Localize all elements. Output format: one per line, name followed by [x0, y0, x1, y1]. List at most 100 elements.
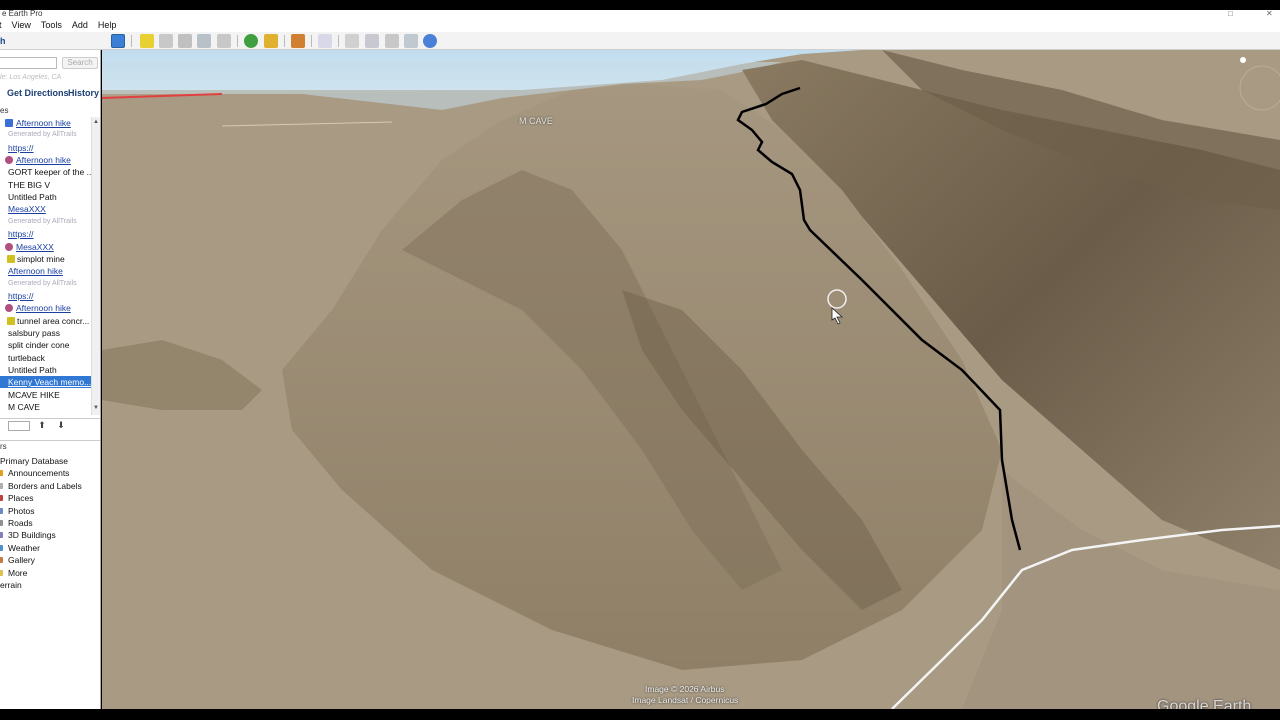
place-item[interactable]: Afternoon hike	[0, 154, 92, 166]
record-tour-icon[interactable]	[217, 34, 231, 48]
layer-item-label: Weather	[8, 543, 40, 553]
close-icon[interactable]: ✕	[1266, 10, 1273, 18]
menu-edit[interactable]: it	[0, 20, 2, 30]
path-icon[interactable]	[178, 34, 192, 48]
place-item[interactable]: salsbury pass	[0, 327, 92, 339]
place-item[interactable]: Generated by AllTrails	[0, 216, 92, 228]
place-item[interactable]: THE BIG V	[0, 179, 92, 191]
google-maps-icon[interactable]	[423, 34, 437, 48]
sunlight-icon[interactable]	[264, 34, 278, 48]
place-item-label: salsbury pass	[8, 328, 60, 338]
place-item[interactable]: Untitled Path	[0, 191, 92, 203]
menu-view[interactable]: View	[12, 20, 31, 30]
menu-add[interactable]: Add	[72, 20, 88, 30]
places-header: es	[0, 106, 9, 115]
place-item[interactable]: simplot mine	[0, 253, 92, 265]
ruler-icon[interactable]	[318, 34, 332, 48]
layer-item-label: Photos	[8, 506, 35, 516]
toolbar-divider	[338, 35, 339, 47]
scroll-up-icon[interactable]: ▲	[93, 119, 99, 125]
maximize-icon[interactable]: □	[1228, 10, 1233, 18]
menu-help[interactable]: Help	[98, 20, 117, 30]
layer-item-label: Borders and Labels	[8, 481, 82, 491]
place-item[interactable]: Afternoon hike	[0, 117, 92, 129]
placemark-icon[interactable]	[140, 34, 154, 48]
move-up-icon[interactable]: ⬆	[35, 420, 49, 431]
search-button[interactable]: Search	[62, 57, 98, 69]
place-item-label: Afternoon hike	[16, 303, 71, 313]
polygon-icon[interactable]	[159, 34, 173, 48]
planets-icon[interactable]	[291, 34, 305, 48]
title-bar: e Earth Pro □ ✕	[0, 10, 1280, 18]
email-icon[interactable]	[345, 34, 359, 48]
google-earth-logo: Google Earth	[1157, 698, 1252, 709]
terrain-render	[102, 50, 1280, 709]
place-item[interactable]: tunnel area concr...	[0, 315, 92, 327]
path-icon	[5, 243, 13, 251]
places-scrollbar[interactable]: ▲ ▼	[91, 117, 100, 415]
places-tools: ⬆ ⬇	[0, 418, 100, 432]
places-filter-box[interactable]	[8, 421, 30, 431]
place-item[interactable]: split cinder cone	[0, 339, 92, 351]
place-item-label: Generated by AllTrails	[8, 131, 77, 138]
place-item-label: GORT keeper of the ...	[8, 167, 92, 177]
search-input[interactable]	[0, 57, 57, 69]
place-item-label: Generated by AllTrails	[8, 280, 77, 287]
place-item[interactable]: M CAVE	[0, 401, 92, 413]
place-item-label: https://	[8, 143, 34, 153]
layer-icon	[0, 495, 3, 501]
layer-item-label: 3D Buildings	[8, 530, 56, 540]
place-item-label: Afternoon hike	[16, 155, 71, 165]
placemark-label[interactable]: M CAVE	[519, 116, 553, 126]
place-item-label: Afternoon hike	[16, 118, 71, 128]
place-item-label: MCAVE HIKE	[8, 390, 60, 400]
sidebar: Search le: Los Angeles, CA Get Direction…	[0, 50, 101, 709]
place-item[interactable]: https://	[0, 290, 92, 302]
layer-item-label: Places	[8, 493, 34, 503]
attribution-line-1: Image © 2026 Airbus	[645, 684, 725, 694]
place-item[interactable]: Afternoon hike	[0, 302, 92, 314]
compass-icon[interactable]	[1240, 57, 1246, 63]
place-item-label: THE BIG V	[8, 180, 51, 190]
layer-icon	[0, 483, 3, 489]
place-item[interactable]: turtleback	[0, 352, 92, 364]
place-item[interactable]: https://	[0, 142, 92, 154]
place-item[interactable]: Afternoon hike	[0, 265, 92, 277]
place-item[interactable]: Generated by AllTrails	[0, 129, 92, 141]
pushpin-icon	[7, 317, 15, 325]
history-tab[interactable]: History	[68, 88, 99, 98]
place-item[interactable]: Generated by AllTrails	[0, 278, 92, 290]
sidebar-toggle-icon[interactable]	[111, 34, 125, 48]
historical-imagery-icon[interactable]	[244, 34, 258, 48]
layer-icon	[0, 545, 3, 551]
places-list: Afternoon hike Generated by AllTrails http…	[0, 117, 92, 415]
scroll-down-icon[interactable]: ▼	[93, 405, 99, 411]
search-panel-label: h	[0, 36, 6, 46]
print-icon[interactable]	[365, 34, 379, 48]
place-item[interactable]: https://	[0, 228, 92, 240]
place-item[interactable]: Kenny Veach memo...	[0, 376, 92, 388]
attribution-line-2: Image Landsat / Copernicus	[632, 695, 739, 705]
earth-3d-view[interactable]: M CAVE Image © 2026 Airbus Image Landsat…	[102, 50, 1280, 709]
layers-header: rs	[0, 440, 100, 451]
save-image-icon[interactable]	[385, 34, 399, 48]
move-down-icon[interactable]: ⬇	[54, 420, 68, 431]
movie-maker-icon[interactable]	[404, 34, 418, 48]
pushpin-icon	[7, 255, 15, 263]
place-item[interactable]: DID NOT FIND CAVE	[0, 413, 92, 415]
place-item[interactable]: GORT keeper of the ...	[0, 166, 92, 178]
place-item-label: split cinder cone	[8, 340, 70, 350]
layer-icon	[0, 570, 3, 576]
layer-item-label: Roads	[8, 518, 33, 528]
place-item[interactable]: MCAVE HIKE	[0, 389, 92, 401]
menu-tools[interactable]: Tools	[41, 20, 62, 30]
place-item[interactable]: Untitled Path	[0, 364, 92, 376]
get-directions-tab[interactable]: Get Directions	[7, 88, 69, 98]
screen-top-edge	[0, 0, 1280, 10]
place-item[interactable]: MesaXXX	[0, 203, 92, 215]
place-item-label: turtleback	[8, 353, 45, 363]
place-item[interactable]: MesaXXX	[0, 241, 92, 253]
overlay-icon[interactable]	[197, 34, 211, 48]
toolbar-divider	[237, 35, 238, 47]
toolbar-divider	[311, 35, 312, 47]
